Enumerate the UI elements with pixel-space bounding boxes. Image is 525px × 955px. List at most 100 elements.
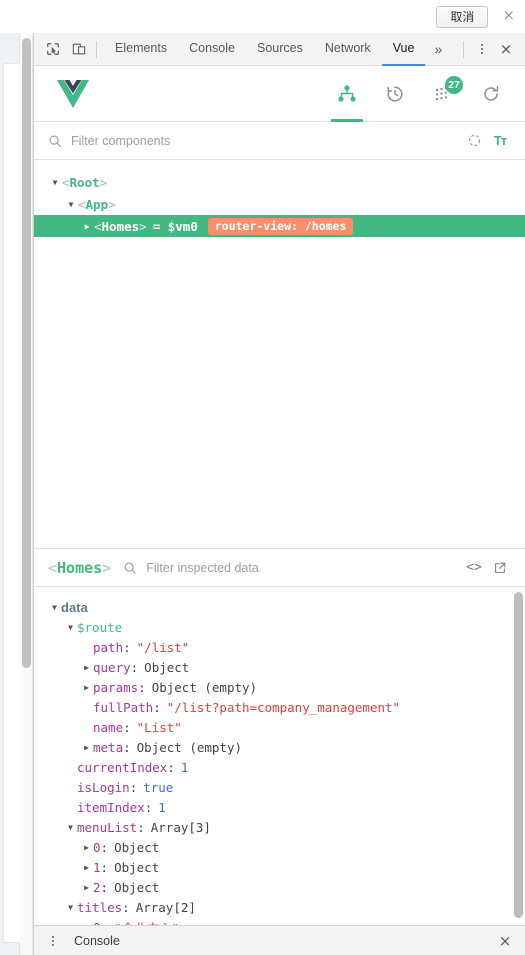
data-value: Object [114, 879, 160, 895]
toolbar-divider-2 [463, 40, 464, 58]
data-row: ▶ meta: Object (empty) [48, 737, 525, 757]
data-separator: : [138, 679, 146, 695]
tree-item-root[interactable]: ▼ <Root> [34, 171, 525, 193]
data-row: ▶ 2: Object [48, 877, 525, 897]
tab-sources[interactable]: Sources [246, 33, 314, 66]
data-separator: : [101, 920, 109, 926]
data-separator: : [123, 719, 131, 735]
tab-vue[interactable]: Vue [381, 33, 426, 66]
more-options-icon[interactable] [471, 36, 493, 62]
data-separator: : [130, 659, 139, 675]
data-key: params [93, 679, 139, 695]
data-value: 1 [180, 759, 189, 775]
more-tabs-icon[interactable]: » [425, 33, 451, 66]
data-row: ▶ query: Object [48, 657, 525, 677]
inspected-data-search-input[interactable] [146, 560, 461, 575]
tab-network[interactable]: Network [314, 33, 382, 66]
chevron-right-icon[interactable]: ▶ [80, 843, 93, 852]
data-separator: : [153, 699, 161, 715]
tab-console[interactable]: Console [178, 33, 246, 66]
devtools-toolbar: Elements Console Sources Network Vue » × [34, 33, 525, 66]
data-key: 0 [93, 839, 101, 855]
data-panel-scrollbar-thumb[interactable] [514, 592, 523, 918]
data-key: 0 [93, 920, 101, 926]
drawer-tab-console[interactable]: Console [74, 934, 120, 948]
chevron-right-icon[interactable]: ▶ [80, 883, 93, 892]
data-separator: : [122, 899, 130, 915]
data-row: ▶ 0: Object [48, 837, 525, 857]
events-tab[interactable]: 27 [421, 66, 465, 122]
select-component-icon[interactable] [461, 128, 487, 154]
data-row: path: "/list" [48, 637, 525, 657]
data-tree: ▼ data ▼ $route path: "/list" ▶ query: Object ▶ pa… [48, 597, 525, 926]
drawer-options-icon[interactable] [42, 928, 64, 954]
component-label-app: <App> [78, 196, 116, 212]
data-key: 2 [93, 879, 101, 895]
tree-item-app[interactable]: ▼ <App> [34, 193, 525, 215]
vm-reference: = $vm0 [152, 218, 198, 234]
close-icon[interactable]: × [500, 8, 517, 25]
chevron-down-icon[interactable]: ▼ [64, 903, 77, 912]
chevron-right-icon[interactable]: ▶ [80, 663, 93, 672]
data-value: Object (empty) [151, 679, 258, 695]
data-key: name [93, 719, 124, 735]
data-row: currentIndex:1 [48, 757, 525, 777]
data-row: isLogin: true [48, 777, 525, 797]
data-value: Object [144, 659, 190, 675]
vue-logo [56, 79, 90, 109]
component-tree: ▼ <Root> ▼ <App> ▶ <Homes> = $vm0 router… [34, 160, 525, 549]
open-in-new-icon[interactable] [487, 555, 513, 581]
chevron-right-icon[interactable]: ▶ [80, 222, 94, 231]
data-row: ▼ titles: Array[2] [48, 897, 525, 917]
vue-tab-list: 27 [325, 66, 513, 122]
data-value: Object (empty) [136, 739, 242, 755]
search-icon [48, 134, 62, 148]
cancel-button[interactable]: 取消 [436, 5, 489, 28]
page-scrollbar[interactable] [20, 33, 33, 955]
tab-elements[interactable]: Elements [104, 33, 178, 66]
data-row: ▶ params: Object (empty) [48, 677, 525, 697]
search-input[interactable] [71, 133, 461, 148]
chevron-right-icon[interactable]: ▶ [80, 683, 93, 692]
data-separator: : [123, 639, 131, 655]
events-badge: 27 [445, 75, 463, 94]
chevron-down-icon[interactable]: ▼ [64, 200, 78, 209]
data-key: currentIndex [77, 759, 168, 775]
data-separator: : [123, 739, 131, 755]
data-value: 1 [158, 799, 166, 815]
data-key: itemIndex [77, 799, 145, 815]
chevron-down-icon[interactable]: ▼ [48, 178, 62, 187]
inspect-element-icon[interactable] [40, 36, 66, 62]
component-filter-bar: Tт [34, 122, 525, 160]
data-key: fullPath [93, 699, 154, 715]
chevron-down-icon[interactable]: ▼ [64, 823, 77, 832]
device-toolbar-icon[interactable] [66, 36, 92, 62]
chevron-down-icon[interactable]: ▼ [48, 603, 61, 612]
inspected-data-panel: ▼ data ▼ $route path: "/list" ▶ query: Object ▶ pa… [34, 587, 525, 925]
data-value: "/list" [136, 639, 190, 655]
data-value: "企业中心" [114, 918, 179, 926]
inspector-header: <Homes> <> [34, 549, 525, 587]
data-separator: : [137, 819, 145, 835]
data-key: $route [77, 619, 123, 635]
inspected-component-title: <Homes> [48, 558, 112, 577]
components-tab[interactable] [325, 66, 369, 122]
data-value: "/list?path=company_management" [166, 699, 401, 715]
chevron-down-icon[interactable]: ▼ [64, 623, 77, 632]
data-row: fullPath: "/list?path=company_management" [48, 697, 525, 717]
data-panel-scrollbar[interactable] [514, 592, 523, 918]
chevron-right-icon[interactable]: ▶ [80, 863, 93, 872]
timeline-tab[interactable] [373, 66, 417, 122]
tree-item-homes[interactable]: ▶ <Homes> = $vm0 router-view: /homes [34, 215, 525, 237]
devtools-close-icon[interactable]: × [493, 36, 519, 62]
page-scrollbar-thumb[interactable] [22, 38, 31, 668]
refresh-tab[interactable] [469, 66, 513, 122]
toolbar-right-group: × [459, 36, 519, 62]
component-label-homes: <Homes> [94, 218, 147, 234]
text-format-icon[interactable]: Tт [487, 128, 513, 154]
code-brackets-icon[interactable]: <> [461, 555, 487, 581]
component-label-root: <Root> [62, 174, 108, 190]
chevron-right-icon[interactable]: ▶ [80, 743, 93, 752]
router-view-badge: router-view: /homes [207, 217, 354, 235]
drawer-close-icon[interactable]: × [493, 929, 517, 953]
